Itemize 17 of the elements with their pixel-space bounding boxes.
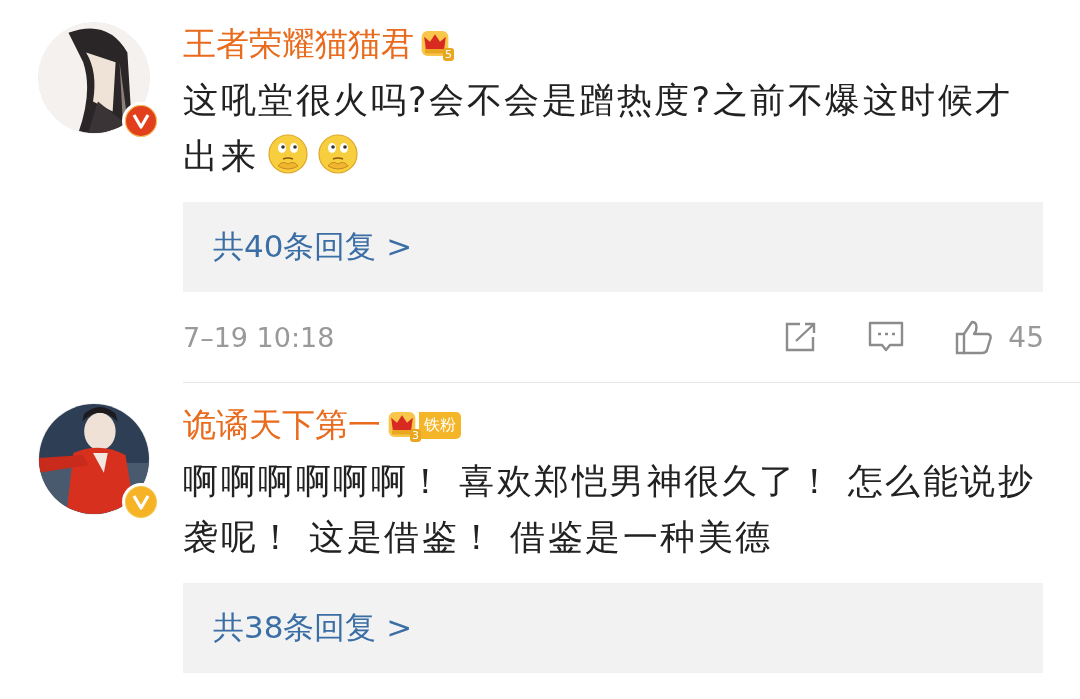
username[interactable]: 王者荣耀猫猫君 — [183, 21, 414, 67]
level-badge: 5 — [420, 29, 452, 59]
replies-link[interactable]: 共38条回复 > — [183, 583, 1043, 673]
comment-text: 这吼堂很火吗?会不会是蹭热度?之前不爆这时候才出来 — [183, 79, 1014, 178]
timestamp: 7–19 10:18 — [183, 321, 335, 353]
fan-tag: 铁粉 — [419, 411, 461, 439]
thumbs-up-icon — [954, 319, 995, 355]
v-icon — [132, 113, 150, 129]
v-icon — [132, 494, 150, 510]
thinking-face-icon — [268, 134, 308, 174]
comment-text: 啊啊啊啊啊啊！ 喜欢郑恺男神很久了！ 怎么能说抄袭呢！ 这是借鉴！ 借鉴是一种美德 — [183, 460, 1037, 559]
replies-link[interactable]: 共40条回复 > — [183, 202, 1043, 292]
level-badge: 3 — [387, 410, 419, 440]
username[interactable]: 诡谲天下第一 — [183, 402, 381, 448]
thinking-face-icon — [318, 134, 358, 174]
like-button[interactable]: 45 — [954, 319, 1044, 355]
comment-icon[interactable] — [868, 320, 905, 354]
